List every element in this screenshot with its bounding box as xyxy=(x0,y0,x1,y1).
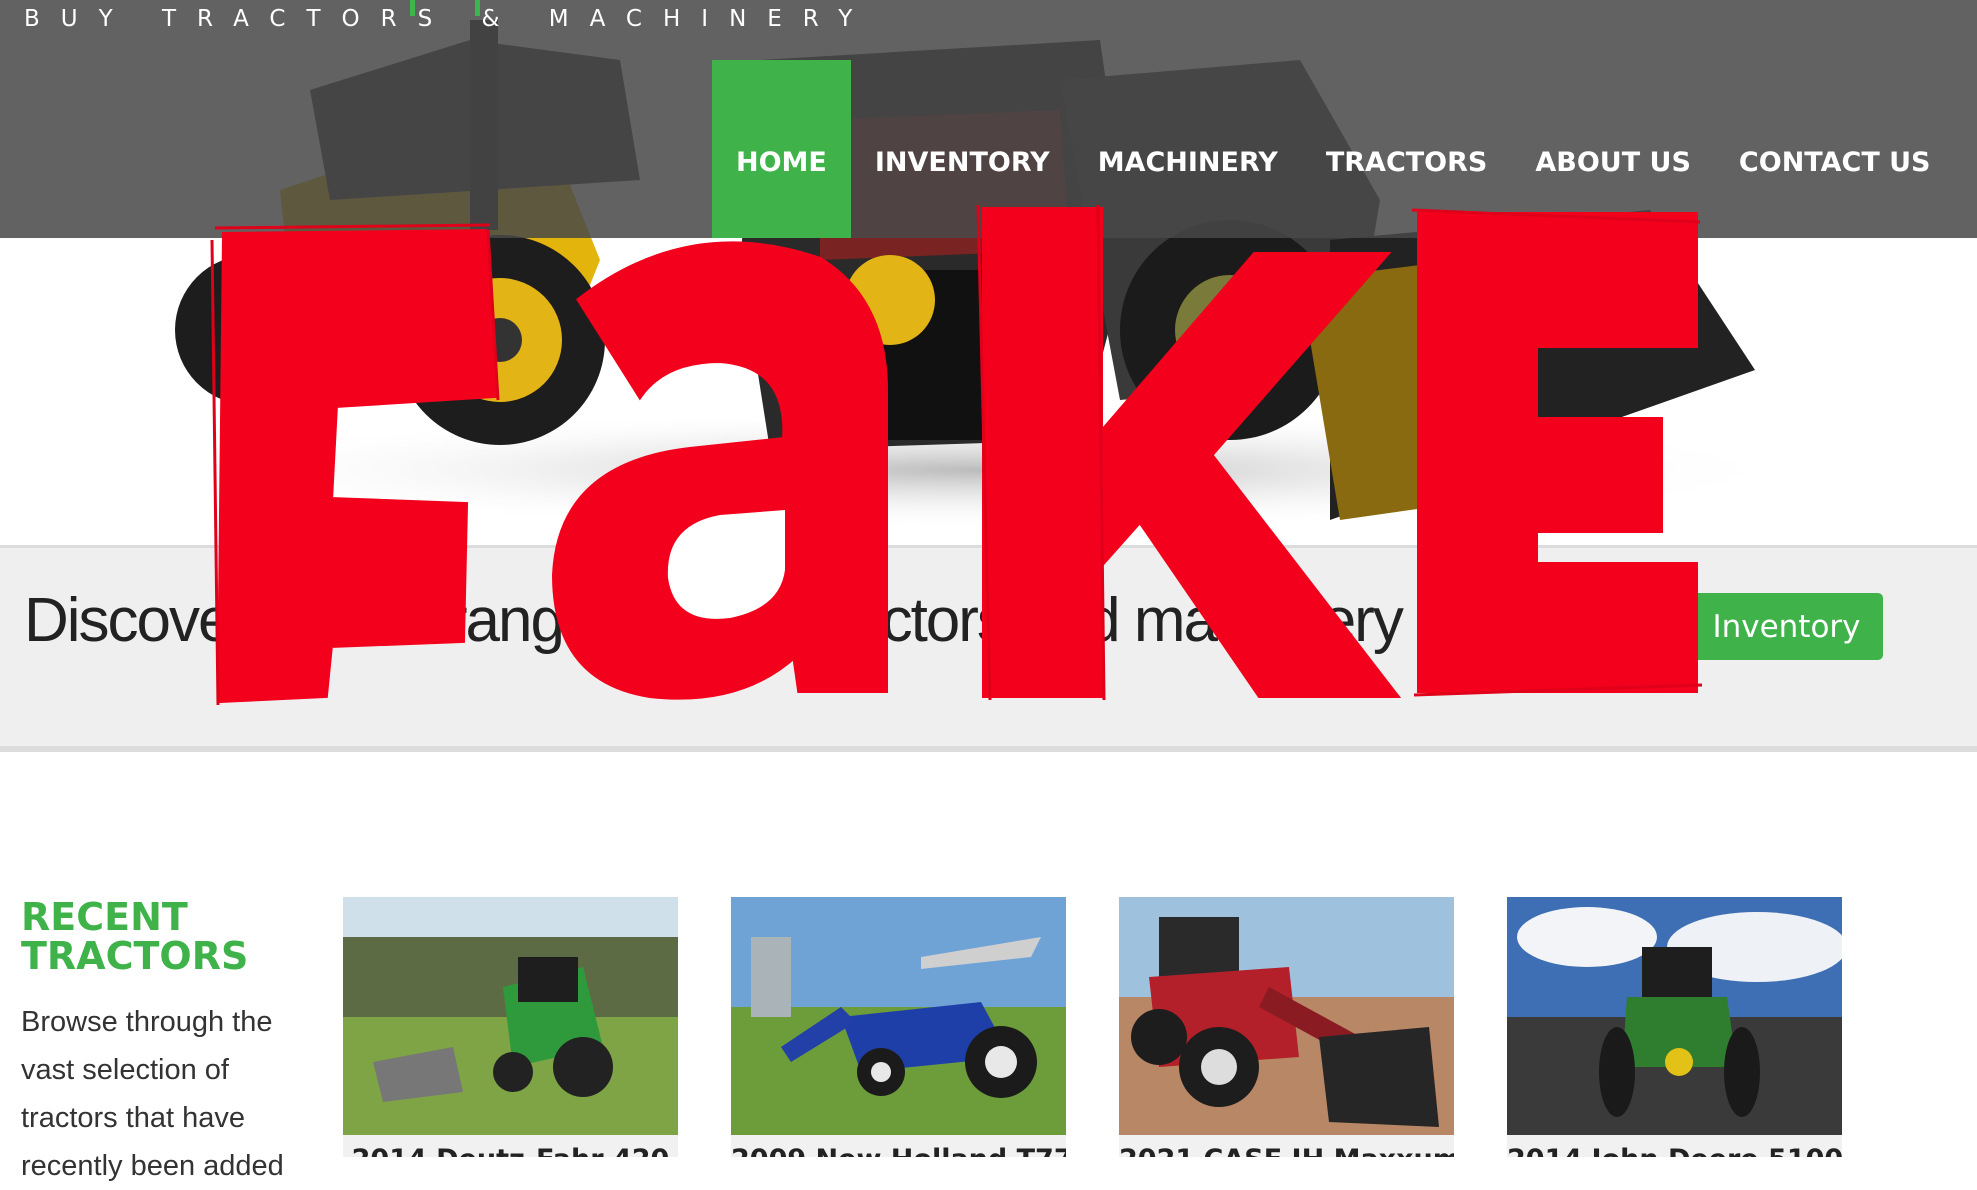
main-nav: HOME INVENTORY MACHINERY TRACTORS ABOUT … xyxy=(712,60,1955,238)
tractor-card[interactable]: 2009 New Holland T775 xyxy=(731,897,1066,1157)
card-title[interactable]: 2014 Deutz-Fahr 420 xyxy=(343,1144,678,1157)
nav-contact-us[interactable]: CONTACT US xyxy=(1715,60,1955,238)
tractor-photo[interactable] xyxy=(343,897,678,1135)
card-title[interactable]: 2009 New Holland T775 xyxy=(731,1144,1066,1157)
tractor-card[interactable]: 2014 Deutz-Fahr 420 xyxy=(343,897,678,1157)
recent-tractors-description: Browse through the vast selection of tra… xyxy=(21,1006,284,1182)
cta-headline: Discover a wide range of used tractors a… xyxy=(24,586,1404,655)
tractor-photo[interactable] xyxy=(1507,897,1842,1135)
tractor-card[interactable]: 2014 John Deere 5100MH xyxy=(1507,897,1842,1157)
nav-inventory[interactable]: INVENTORY xyxy=(851,60,1074,238)
inventory-button[interactable]: Inventory xyxy=(1690,593,1883,660)
tractor-card[interactable]: 2021 CASE IH Maxxum 110 xyxy=(1119,897,1454,1157)
nav-home[interactable]: HOME xyxy=(712,60,851,238)
site-brand[interactable]: BUY TRACTORS & MACHINERY xyxy=(24,6,873,32)
nav-machinery[interactable]: MACHINERY xyxy=(1074,60,1302,238)
nav-about-us[interactable]: ABOUT US xyxy=(1511,60,1715,238)
cta-band: Discover a wide range of used tractors a… xyxy=(0,545,1977,752)
card-title[interactable]: 2021 CASE IH Maxxum 110 xyxy=(1119,1144,1454,1157)
tractor-photo[interactable] xyxy=(731,897,1066,1135)
recent-tractors-heading: RECENT TRACTORS xyxy=(21,895,249,978)
card-title[interactable]: 2014 John Deere 5100MH xyxy=(1507,1144,1842,1157)
nav-tractors[interactable]: TRACTORS xyxy=(1302,60,1512,238)
hero-banner: BUY TRACTORS & MACHINERY HOME INVENTORY … xyxy=(0,0,1977,545)
tractor-photo[interactable] xyxy=(1119,897,1454,1135)
